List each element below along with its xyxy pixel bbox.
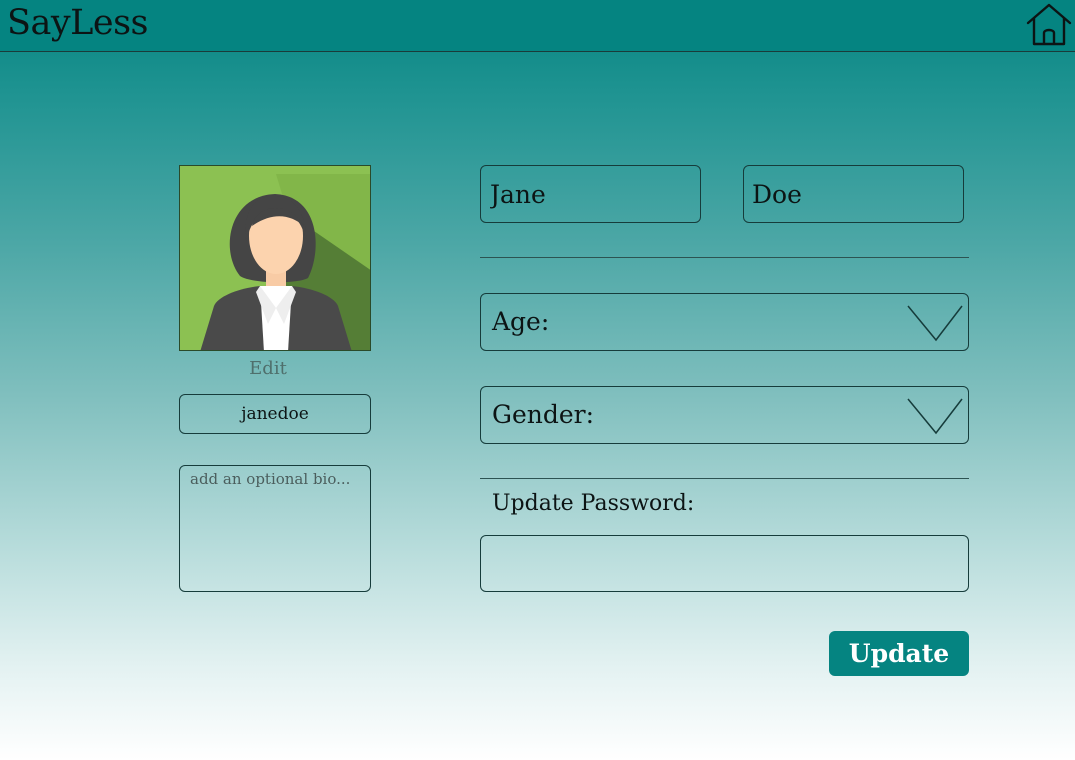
gender-select-label: Gender: bbox=[492, 400, 595, 429]
avatar-image bbox=[180, 166, 370, 350]
update-button[interactable]: Update bbox=[829, 631, 969, 676]
edit-avatar-link[interactable]: Edit bbox=[179, 358, 357, 379]
chevron-down-icon bbox=[907, 398, 963, 435]
password-label: Update Password: bbox=[492, 491, 695, 516]
gender-select[interactable]: Gender: bbox=[480, 386, 969, 444]
home-button[interactable] bbox=[1025, 2, 1073, 48]
name-divider bbox=[480, 257, 969, 258]
chevron-down-icon bbox=[907, 305, 963, 342]
app-title: SayLess bbox=[7, 3, 149, 43]
bio-field[interactable]: add an optional bio... bbox=[179, 465, 371, 592]
home-icon bbox=[1026, 3, 1072, 46]
app-header: SayLess bbox=[0, 0, 1075, 52]
first-name-field[interactable] bbox=[480, 165, 701, 223]
age-select[interactable]: Age: bbox=[480, 293, 969, 351]
profile-avatar[interactable] bbox=[179, 165, 371, 351]
password-field[interactable] bbox=[480, 535, 969, 592]
last-name-field[interactable] bbox=[743, 165, 964, 223]
username-field[interactable] bbox=[179, 394, 371, 434]
age-select-label: Age: bbox=[492, 307, 550, 336]
password-divider bbox=[480, 478, 969, 479]
